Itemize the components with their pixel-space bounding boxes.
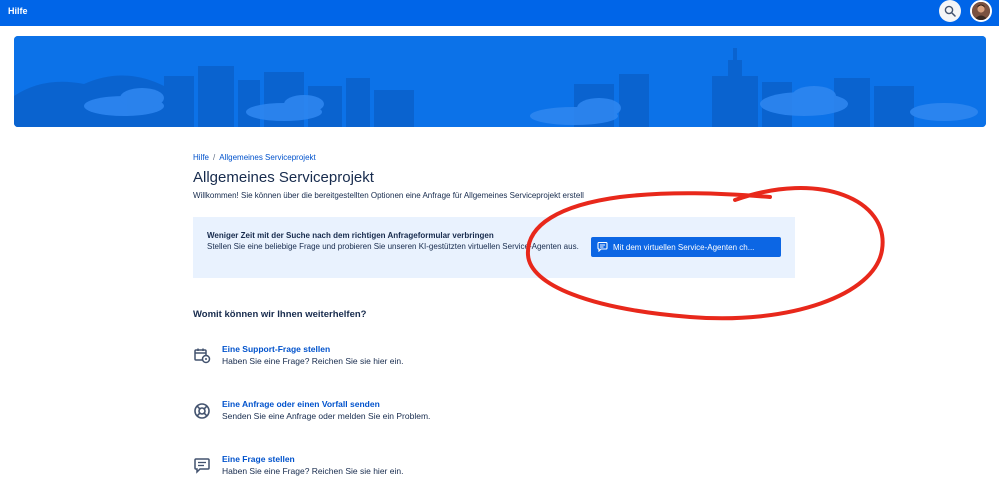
breadcrumb-separator: / [213, 153, 216, 162]
top-navigation-bar: Hilfe [0, 0, 999, 26]
breadcrumb-help-link[interactable]: Hilfe [193, 153, 209, 162]
chat-bubble-icon [194, 458, 210, 474]
breadcrumb: Hilfe / Allgemeines Serviceprojekt [193, 153, 316, 162]
search-icon [944, 5, 956, 17]
page-title: Allgemeines Serviceprojekt [193, 169, 374, 186]
breadcrumb-project-link[interactable]: Allgemeines Serviceprojekt [219, 153, 316, 162]
chat-icon [597, 242, 608, 252]
virtual-agent-chat-button-label: Mit dem virtuellen Service-Agenten ch... [613, 242, 755, 252]
help-center-title[interactable]: Hilfe [8, 6, 28, 16]
virtual-agent-panel-title: Weniger Zeit mit der Suche nach dem rich… [207, 231, 494, 240]
virtual-agent-panel-description: Stellen Sie eine beliebige Frage und pro… [207, 242, 579, 251]
welcome-text: Willkommen! Sie können über die bereitge… [193, 191, 584, 200]
virtual-agent-chat-button[interactable]: Mit dem virtuellen Service-Agenten ch... [591, 237, 781, 257]
request-type-title[interactable]: Eine Anfrage oder einen Vorfall senden [222, 399, 380, 409]
user-avatar[interactable] [970, 0, 992, 22]
request-type-submit-request-or-incident[interactable]: Eine Anfrage oder einen Vorfall senden S… [193, 399, 593, 429]
calendar-gear-icon [194, 348, 211, 364]
request-type-support-question[interactable]: Eine Support-Frage stellen Haben Sie ein… [193, 344, 593, 374]
request-type-ask-question[interactable]: Eine Frage stellen Haben Sie eine Frage?… [193, 454, 593, 484]
header-banner [14, 36, 986, 127]
virtual-agent-panel: Weniger Zeit mit der Suche nach dem rich… [193, 217, 795, 278]
request-type-description: Haben Sie eine Frage? Reichen Sie sie hi… [222, 466, 404, 476]
help-section-heading: Womit können wir Ihnen weiterhelfen? [193, 309, 367, 320]
request-type-title[interactable]: Eine Frage stellen [222, 454, 295, 464]
avatar-image-icon [972, 2, 990, 20]
city-skyline-illustration [14, 36, 986, 127]
request-type-title[interactable]: Eine Support-Frage stellen [222, 344, 330, 354]
lifebuoy-icon [194, 403, 210, 419]
request-type-description: Senden Sie eine Anfrage oder melden Sie … [222, 411, 431, 421]
request-type-description: Haben Sie eine Frage? Reichen Sie sie hi… [222, 356, 404, 366]
search-button[interactable] [939, 0, 961, 22]
